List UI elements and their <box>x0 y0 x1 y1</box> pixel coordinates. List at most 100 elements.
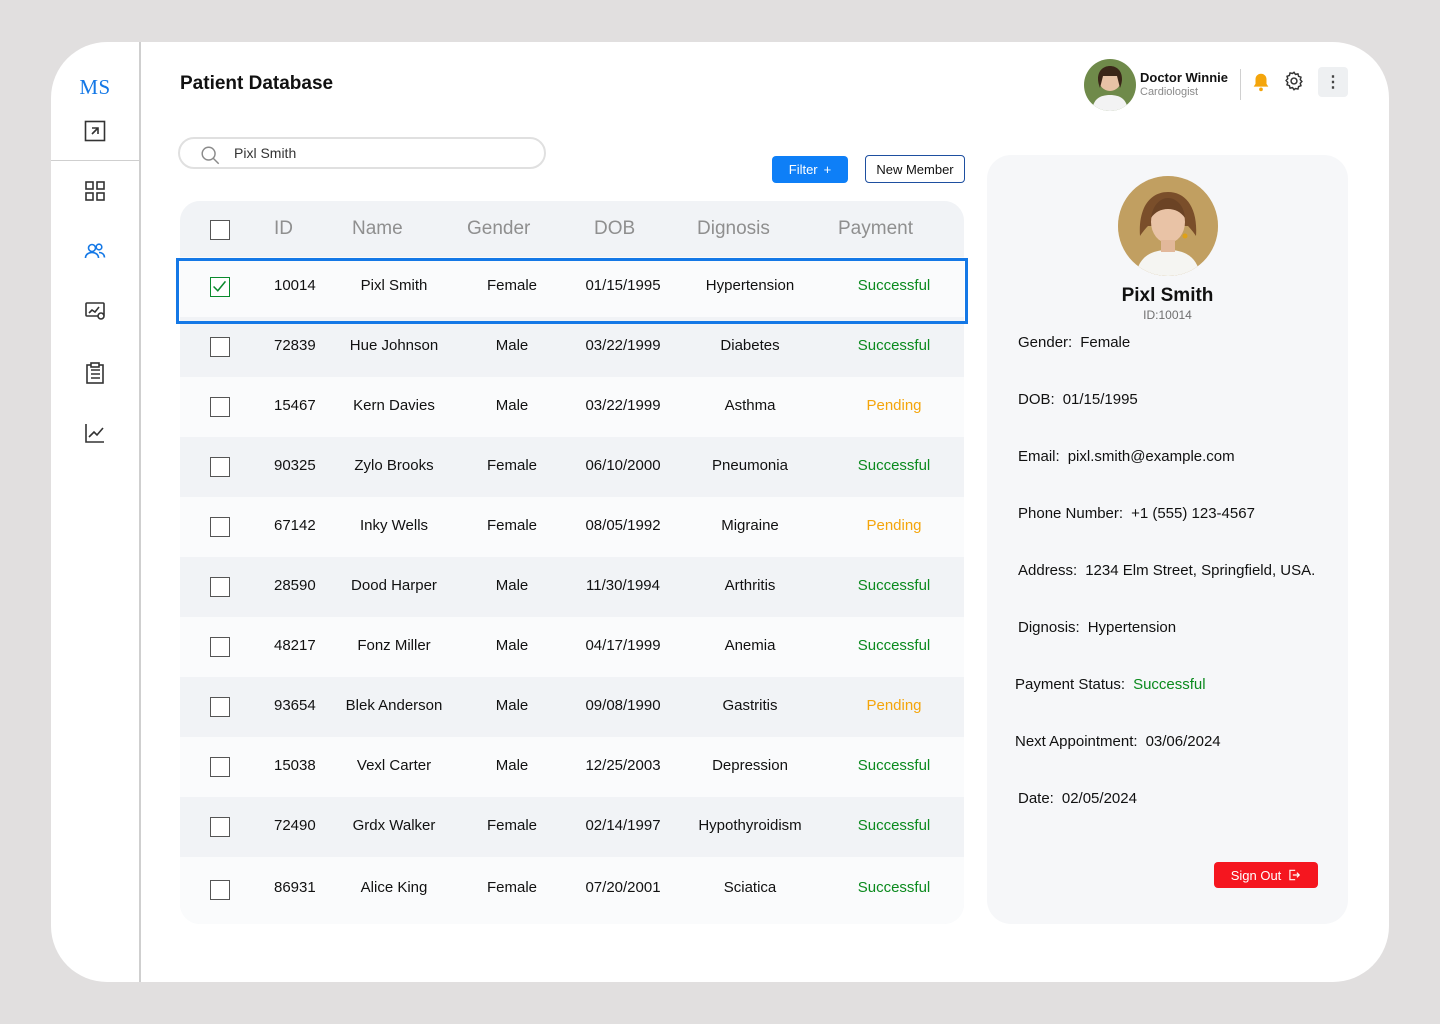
column-header-id[interactable]: ID <box>274 218 293 240</box>
detail-label: Payment Status: <box>1015 676 1126 693</box>
detail-value: 01/15/1995 <box>1062 391 1138 408</box>
sign-out-label: Sign Out <box>1230 867 1282 883</box>
cell-id: 48217 <box>274 637 316 654</box>
detail-field: Payment Status: Successful <box>1015 676 1206 693</box>
table-row[interactable]: 15467 Kern Davies Male 03/22/1999 Asthma Pend… <box>180 377 964 437</box>
cell-gender: Male <box>495 757 529 774</box>
cell-gender: Male <box>495 337 529 354</box>
page-title: Patient Database <box>180 73 334 94</box>
detail-field: Dignosis: Hypertension <box>1018 619 1176 636</box>
cell-diagnosis: Migraine <box>721 517 779 534</box>
cell-diagnosis: Depression <box>712 757 788 774</box>
table-row[interactable]: 28590 Dood Harper Male 11/30/1994 Arthritis S… <box>180 557 964 617</box>
search-bar[interactable]: Pixl Smith <box>178 137 546 169</box>
cell-dob: 06/10/2000 <box>585 457 661 474</box>
cell-dob: 08/05/1992 <box>585 517 661 534</box>
bell-icon[interactable] <box>1250 71 1272 93</box>
external-link-icon[interactable] <box>81 117 109 145</box>
cell-payment: Pending <box>866 697 922 714</box>
gear-icon[interactable] <box>1283 70 1305 94</box>
cell-gender: Female <box>486 817 538 834</box>
patient-name: Pixl Smith <box>1121 285 1214 306</box>
detail-label: Date: <box>1018 790 1054 807</box>
detail-field: DOB: 01/15/1995 <box>1018 391 1138 408</box>
table-row[interactable]: 72490 Grdx Walker Female 02/14/1997 Hypothyr… <box>180 797 964 857</box>
search-input[interactable]: Pixl Smith <box>234 145 296 161</box>
patients-icon[interactable] <box>81 237 109 265</box>
row-checkbox[interactable] <box>210 577 230 597</box>
cell-id: 10014 <box>274 277 316 294</box>
table-row[interactable]: 10014 Pixl Smith Female 01/15/1995 Hypertens… <box>180 257 964 317</box>
dashboard-icon[interactable] <box>81 177 109 205</box>
row-checkbox[interactable] <box>210 637 230 657</box>
detail-label: Next Appointment: <box>1015 733 1138 750</box>
cell-gender: Male <box>495 397 529 414</box>
more-menu-icon[interactable]: ⋮ <box>1318 67 1348 97</box>
cell-gender: Female <box>486 517 538 534</box>
filter-label: Filter <box>788 162 818 177</box>
detail-field: Next Appointment: 03/06/2024 <box>1015 733 1221 750</box>
sign-out-button[interactable]: Sign Out <box>1214 862 1318 888</box>
table-row[interactable]: 86931 Alice King Female 07/20/2001 Sciatica S… <box>180 857 964 924</box>
cell-payment: Successful <box>857 277 931 294</box>
detail-field: Address: 1234 Elm Street, Springfield, US… <box>1018 562 1315 579</box>
cell-payment: Successful <box>857 817 931 834</box>
row-checkbox[interactable] <box>210 880 230 900</box>
row-checkbox[interactable] <box>210 277 230 297</box>
detail-field: Phone Number: +1 (555) 123-4567 <box>1018 505 1255 522</box>
cell-payment: Successful <box>857 457 931 474</box>
cell-diagnosis: Hypertension <box>705 277 795 294</box>
doctor-role: Cardiologist <box>1140 86 1199 98</box>
detail-label: Dignosis: <box>1018 619 1080 636</box>
cell-name: Hue Johnson <box>349 337 439 354</box>
cell-payment: Pending <box>866 397 922 414</box>
column-header-dob[interactable]: DOB <box>594 218 635 240</box>
doctor-name: Doctor Winnie <box>1140 70 1228 85</box>
row-checkbox[interactable] <box>210 337 230 357</box>
cell-payment: Successful <box>857 879 931 896</box>
cell-id: 72839 <box>274 337 316 354</box>
header-divider <box>1240 69 1241 100</box>
cell-name: Alice King <box>360 879 428 896</box>
column-header-gender[interactable]: Gender <box>467 218 530 240</box>
new-member-button[interactable]: New Member <box>865 155 965 183</box>
filter-button[interactable]: Filter + <box>772 156 848 183</box>
row-checkbox[interactable] <box>210 517 230 537</box>
column-header-diagnosis[interactable]: Dignosis <box>697 218 770 240</box>
analytics-icon[interactable] <box>81 419 109 447</box>
clipboard-icon[interactable] <box>81 359 109 387</box>
cell-name: Grdx Walker <box>352 817 436 834</box>
cell-diagnosis: Sciatica <box>723 879 777 896</box>
row-checkbox[interactable] <box>210 457 230 477</box>
doctor-avatar[interactable] <box>1084 59 1136 111</box>
cell-gender: Female <box>486 457 538 474</box>
checkmark-icon <box>213 280 227 292</box>
brand-logo[interactable]: MS <box>51 75 139 100</box>
column-header-name[interactable]: Name <box>352 218 403 240</box>
table-row[interactable]: 15038 Vexl Carter Male 12/25/2003 Depression… <box>180 737 964 797</box>
cell-diagnosis: Hypothyroidism <box>698 817 802 834</box>
monitor-settings-icon[interactable] <box>81 297 109 325</box>
table-row[interactable]: 90325 Zylo Brooks Female 06/10/2000 Pneumoni… <box>180 437 964 497</box>
row-checkbox[interactable] <box>210 757 230 777</box>
cell-gender: Male <box>495 577 529 594</box>
cell-diagnosis: Arthritis <box>724 577 776 594</box>
cell-name: Kern Davies <box>353 397 435 414</box>
select-all-checkbox[interactable] <box>210 220 230 240</box>
row-checkbox[interactable] <box>210 397 230 417</box>
cell-dob: 09/08/1990 <box>585 697 661 714</box>
row-checkbox[interactable] <box>210 817 230 837</box>
column-header-payment[interactable]: Payment <box>838 218 913 240</box>
table-row[interactable]: 72839 Hue Johnson Male 03/22/1999 Diabetes Su… <box>180 317 964 377</box>
table-header: ID Name Gender DOB Dignosis Payment <box>180 201 964 257</box>
table-row[interactable]: 48217 Fonz Miller Male 04/17/1999 Anemia Succ… <box>180 617 964 677</box>
detail-value: pixl.smith@example.com <box>1067 448 1235 465</box>
detail-field: Gender: Female <box>1018 334 1130 351</box>
table-row[interactable]: 93654 Blek Anderson Male 09/08/1990 Gastriti… <box>180 677 964 737</box>
cell-dob: 12/25/2003 <box>585 757 661 774</box>
cell-payment: Successful <box>857 577 931 594</box>
table-row[interactable]: 67142 Inky Wells Female 08/05/1992 Migraine P… <box>180 497 964 557</box>
cell-diagnosis: Anemia <box>724 637 776 654</box>
row-checkbox[interactable] <box>210 697 230 717</box>
detail-label: Address: <box>1018 562 1078 579</box>
